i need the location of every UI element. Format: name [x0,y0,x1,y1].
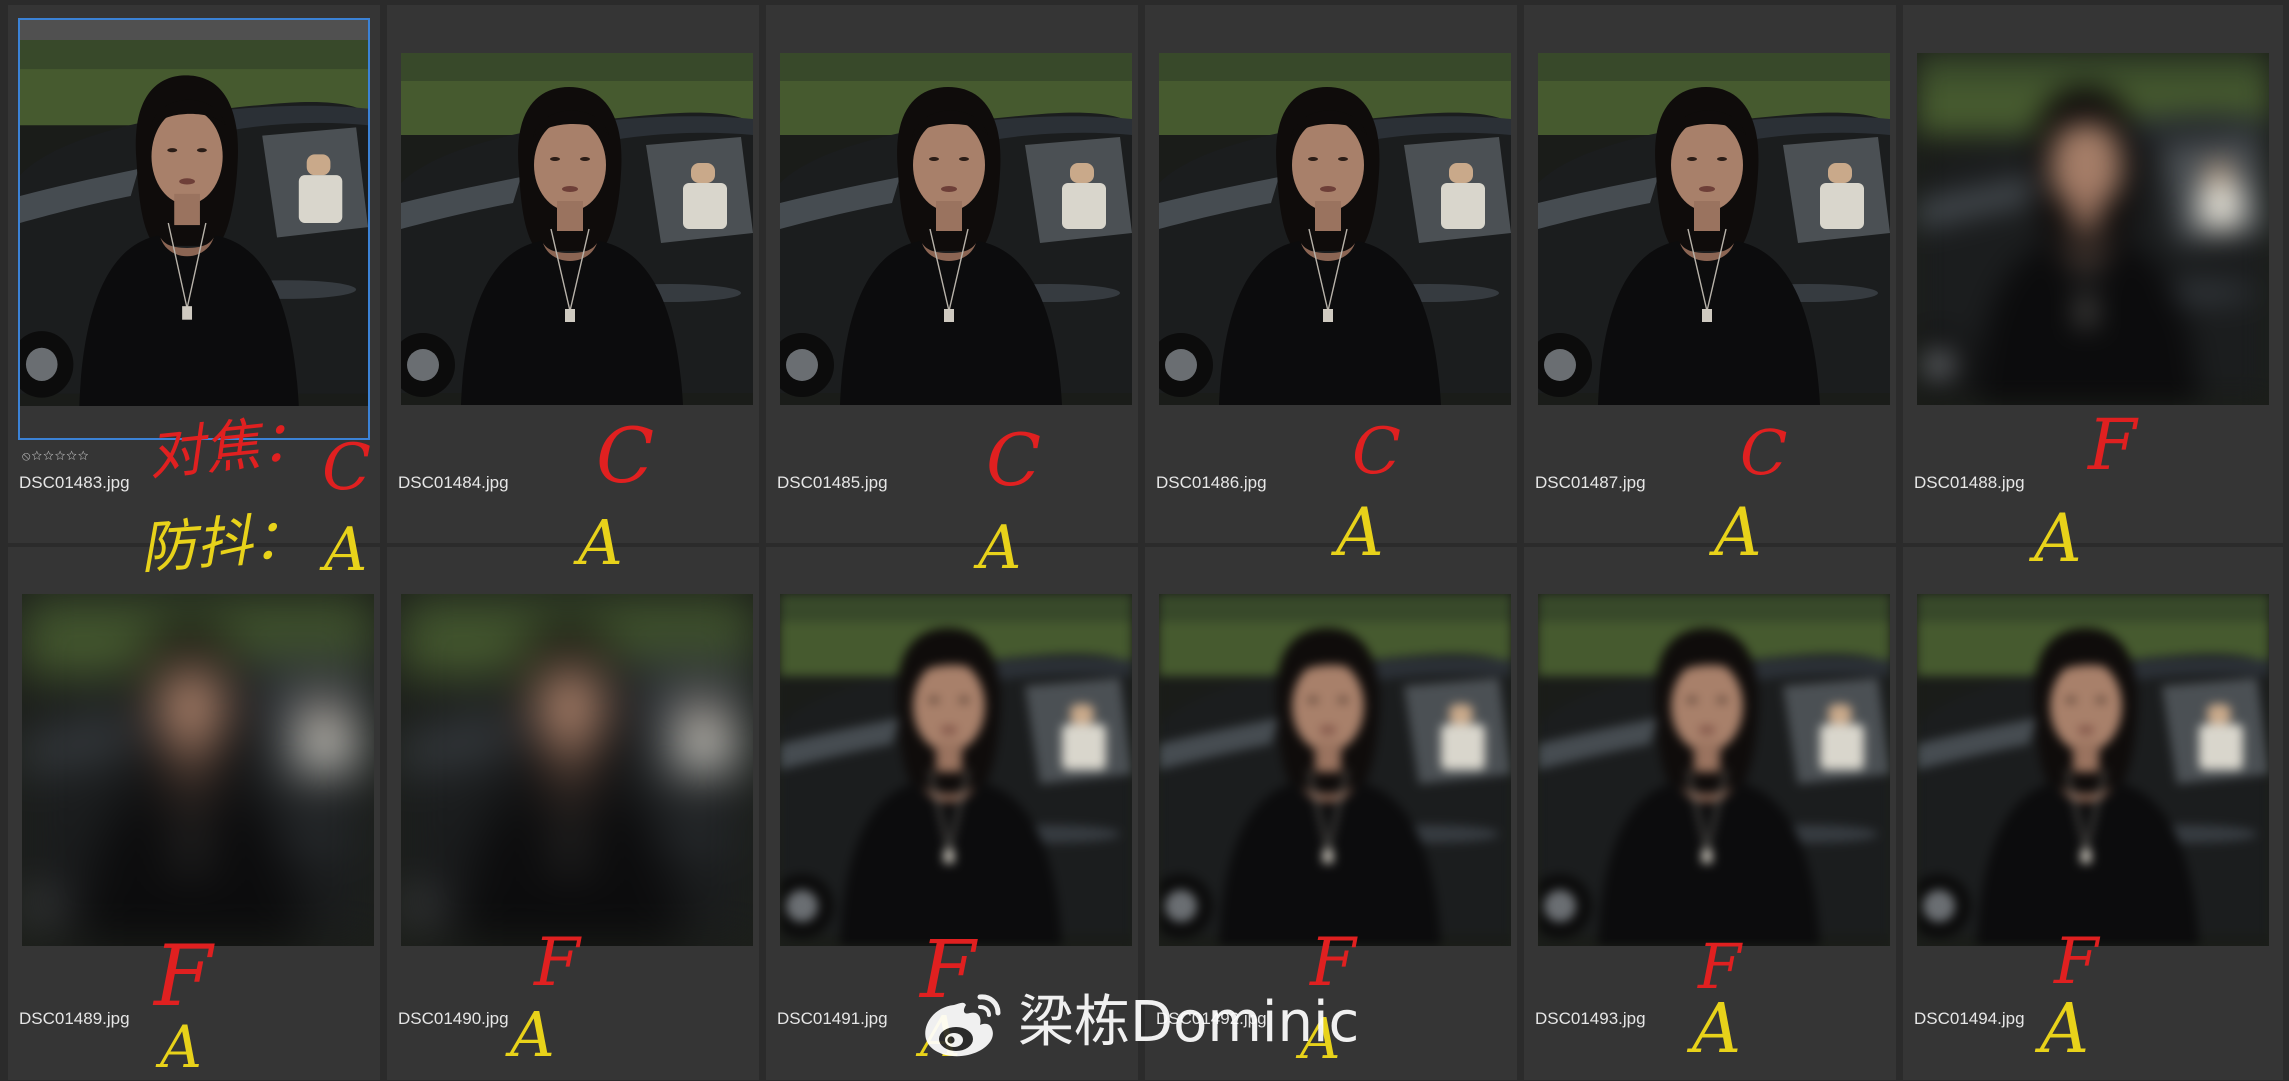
annotation-shake-grade: A [510,998,555,1071]
thumbnail-cell[interactable]: DSC01494.jpg [1903,547,2283,1080]
photo-image [1538,53,1890,405]
photo-thumbnail[interactable] [1917,594,2269,946]
file-name: DSC01487.jpg [1535,473,1646,492]
file-name: DSC01494.jpg [1914,1009,2025,1028]
annotation-focus-grade: F [2054,925,2099,999]
photo-thumbnail[interactable] [401,594,753,946]
thumbnail-cell[interactable]: DSC01487.jpg [1524,5,1896,543]
annotation-shake-grade: A [1336,494,1384,571]
annotation-shake-grade: A [2040,990,2090,1069]
photo-image [1538,594,1890,946]
file-name: DSC01491.jpg [777,1009,888,1028]
photo-thumbnail[interactable] [1159,53,1511,405]
annotation-shake-grade: A [324,515,368,585]
file-name: DSC01484.jpg [398,473,509,492]
selection-band [18,18,370,40]
photo-thumbnail[interactable] [401,53,753,405]
annotation-shake-grade: A [1714,494,1762,571]
thumbnail-cell[interactable]: DSC01484.jpg [387,5,759,543]
annotation-focus-grade: F [154,927,213,1025]
photo-thumbnail[interactable] [1538,594,1890,946]
file-name: DSC01493.jpg [1535,1009,1646,1028]
file-name: DSC01486.jpg [1156,473,1267,492]
photo-thumbnail[interactable] [22,594,374,946]
annotation-focus-label: 对焦： [145,406,319,489]
file-name: DSC01490.jpg [398,1009,509,1028]
photo-thumbnail[interactable] [20,40,368,406]
annotation-focus-grade: C [322,431,371,505]
annotation-shake-grade: A [978,513,1022,583]
photo-thumbnail[interactable] [780,53,1132,405]
file-name: DSC01483.jpg [19,473,130,492]
photo-image [22,594,374,946]
photo-image [20,40,368,406]
annotation-focus-grade: C [1352,415,1401,489]
photo-thumbnail[interactable] [1159,594,1511,946]
photo-thumbnail[interactable] [780,594,1132,946]
photo-image [1917,53,2269,405]
annotation-focus-grade: C [986,418,1042,502]
photo-image [1159,53,1511,405]
photo-thumbnail[interactable] [1917,53,2269,405]
photo-image [1159,594,1511,946]
annotation-shake-label: 防抖： [137,505,311,582]
thumbnail-cell[interactable]: DSC01485.jpg [766,5,1138,543]
thumbnail-cell[interactable]: DSC01486.jpg [1145,5,1517,543]
file-name: DSC01485.jpg [777,473,888,492]
photo-image [401,53,753,405]
annotation-shake-grade: A [578,506,623,579]
watermark-text: 梁栋Dominic [1018,990,1360,1055]
annotation-focus-grade: C [596,411,655,500]
file-name: DSC01488.jpg [1914,473,2025,492]
photo-image [1917,594,2269,946]
annotation-shake-grade: A [1692,990,1742,1069]
annotation-shake-grade: A [160,1013,202,1081]
photo-thumbnail[interactable] [1538,53,1890,405]
annotation-focus-grade: F [1698,930,1742,1003]
annotation-focus-grade: C [1740,416,1788,489]
file-name: DSC01489.jpg [19,1009,130,1028]
annotation-shake-grade: A [2034,500,2082,577]
photo-image [780,594,1132,946]
star-rating[interactable]: ⦸☆☆☆☆☆ [22,449,90,463]
photo-image [780,53,1132,405]
annotation-focus-grade: F [534,924,580,1001]
annotation-focus-grade: F [2088,404,2137,486]
watermark: 梁栋Dominic [920,985,1359,1061]
weibo-logo-icon [925,994,1001,1057]
photo-image [401,594,753,946]
